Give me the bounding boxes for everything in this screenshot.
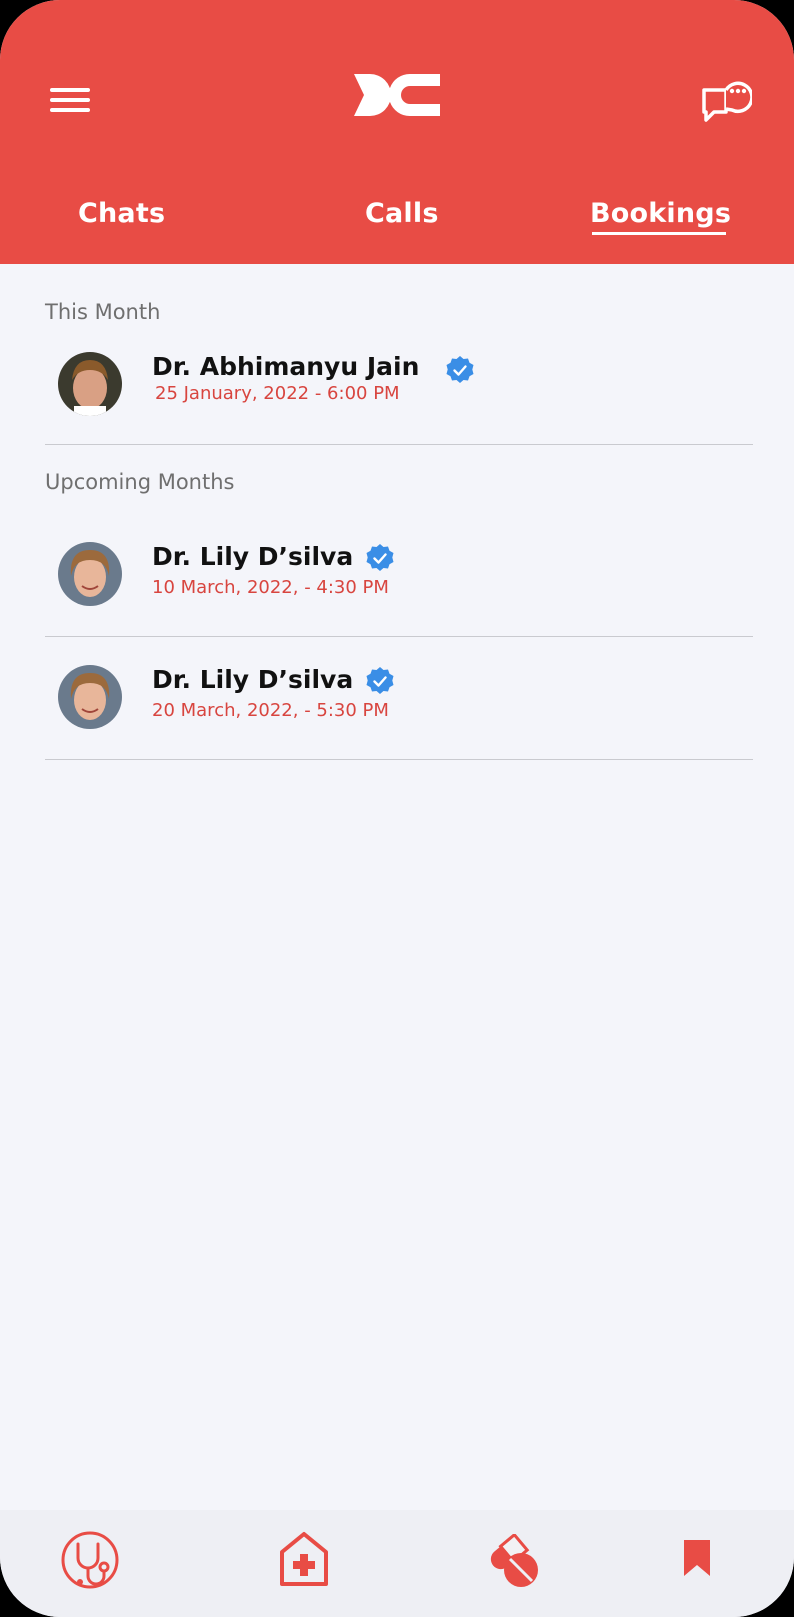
bookmark-icon[interactable] xyxy=(682,1538,712,1578)
pills-icon[interactable] xyxy=(485,1534,541,1590)
hamburger-menu-icon[interactable] xyxy=(50,88,90,112)
doctor-name: Dr. Abhimanyu Jain xyxy=(152,352,420,381)
divider xyxy=(45,759,753,760)
tab-bookings[interactable]: Bookings xyxy=(590,198,731,229)
active-tab-indicator xyxy=(592,232,726,235)
doctor-avatar xyxy=(58,352,122,416)
divider xyxy=(45,636,753,637)
tab-calls[interactable]: Calls xyxy=(365,198,439,229)
hospital-icon[interactable] xyxy=(278,1530,330,1588)
divider xyxy=(45,444,753,445)
doctor-avatar xyxy=(58,665,122,729)
booking-datetime: 25 January, 2022 - 6:00 PM xyxy=(155,383,400,404)
verified-badge-icon xyxy=(366,544,394,571)
verified-badge-icon xyxy=(446,356,474,383)
doctor-name: Dr. Lily D’silva xyxy=(152,542,354,571)
booking-item[interactable]: Dr. Abhimanyu Jain 25 January, 2022 - 6:… xyxy=(45,340,753,460)
doctor-avatar xyxy=(58,542,122,606)
chat-bubbles-icon[interactable] xyxy=(700,74,752,124)
app-screen: Chats Calls Bookings This Month Dr. Abhi… xyxy=(0,0,794,1617)
section-label-upcoming-months: Upcoming Months xyxy=(45,470,235,494)
doctor-name: Dr. Lily D’silva xyxy=(152,665,354,694)
app-header: Chats Calls Bookings xyxy=(0,0,794,264)
booking-item[interactable]: Dr. Lily D’silva 20 March, 2022, - 5:30 … xyxy=(45,653,753,773)
booking-datetime: 10 March, 2022, - 4:30 PM xyxy=(152,577,389,598)
tab-chats[interactable]: Chats xyxy=(78,198,165,229)
section-label-this-month: This Month xyxy=(45,300,161,324)
bottom-nav xyxy=(0,1510,794,1617)
booking-item[interactable]: Dr. Lily D’silva 10 March, 2022, - 4:30 … xyxy=(45,530,753,650)
app-logo xyxy=(354,73,440,117)
booking-datetime: 20 March, 2022, - 5:30 PM xyxy=(152,700,389,721)
stethoscope-icon[interactable] xyxy=(60,1530,120,1592)
verified-badge-icon xyxy=(366,667,394,694)
